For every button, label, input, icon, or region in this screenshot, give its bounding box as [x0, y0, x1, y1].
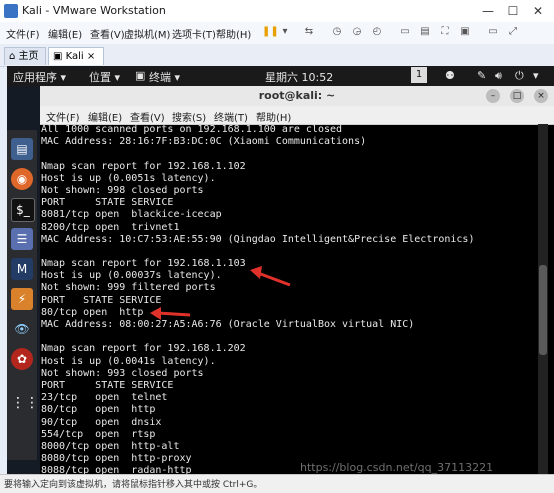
status-text: 要将输入定向到该虚拟机，请将鼠标指针移入其中或按 Ctrl+G。 [4, 480, 263, 490]
annotation-arrow [250, 266, 291, 287]
watermark: https://blog.csdn.net/qq_37113221 [300, 461, 494, 474]
annotation-arrows [150, 266, 291, 320]
vmware-status-bar: 要将输入定向到该虚拟机，请将鼠标指针移入其中或按 Ctrl+G。 [0, 474, 554, 493]
annotation-arrow [150, 307, 191, 320]
